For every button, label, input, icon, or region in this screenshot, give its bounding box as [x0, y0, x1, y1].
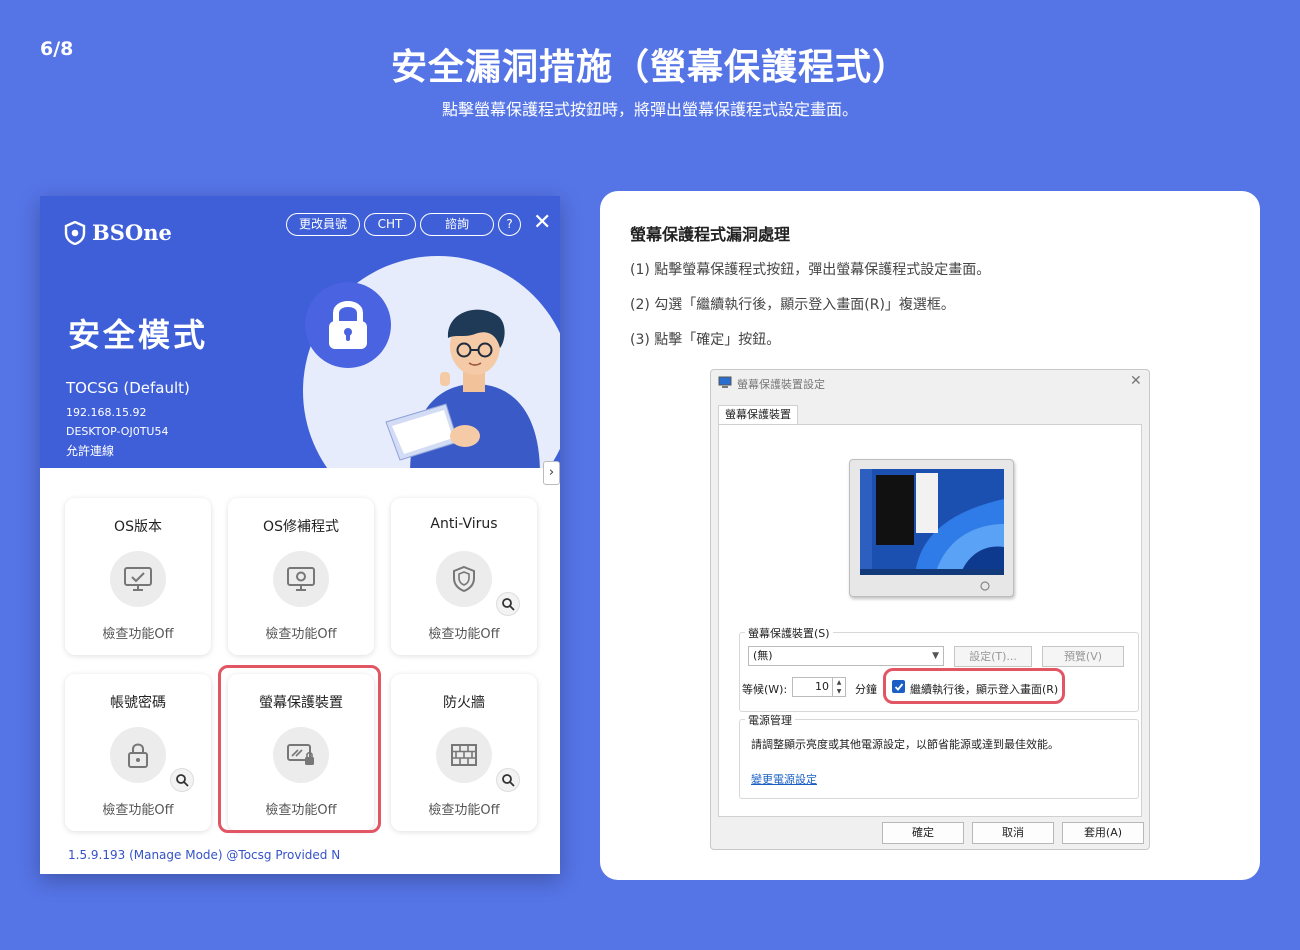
- bsone-header: BSOne 更改員號 CHT 諮詢 ? ✕ 安全模式 TOCSG (Defaul…: [40, 196, 560, 468]
- profile-name: TOCSG (Default): [66, 379, 190, 397]
- card-title: OS版本: [114, 519, 162, 535]
- screensaver-group-label: 螢幕保護裝置(S): [745, 625, 833, 641]
- card-status: 檢查功能Off: [428, 803, 500, 818]
- consult-button[interactable]: 諮詢: [420, 213, 494, 236]
- card-title: Anti-Virus: [430, 516, 498, 532]
- step-2: (2) 勾選「繼續執行後，顯示登入畫面(R)」複選框。: [630, 297, 955, 313]
- search-icon[interactable]: [496, 768, 520, 792]
- search-icon[interactable]: [496, 592, 520, 616]
- ip-address: 192.168.15.92: [66, 406, 147, 419]
- dialog-close-icon[interactable]: ✕: [1130, 373, 1142, 389]
- card-status: 檢查功能Off: [265, 627, 337, 642]
- tab-screensaver[interactable]: 螢幕保護裝置: [718, 405, 798, 425]
- screensaver-card-highlight: [218, 665, 381, 833]
- card-status: 檢查功能Off: [102, 803, 174, 818]
- power-icon: [980, 581, 990, 591]
- wait-value: 10: [815, 680, 829, 693]
- instruction-panel: 螢幕保護程式漏洞處理 (1) 點擊螢幕保護程式按鈕，彈出螢幕保護程式設定畫面。 …: [600, 191, 1260, 880]
- card-title: OS修補程式: [263, 519, 339, 535]
- help-button[interactable]: ?: [498, 213, 521, 236]
- windows-bloom-wallpaper: [860, 469, 1004, 575]
- card-os-patch[interactable]: OS修補程式 檢查功能Off: [228, 498, 374, 655]
- minutes-label: 分鐘: [855, 683, 877, 696]
- checkbox-highlight: [883, 668, 1065, 704]
- chevron-down-icon: ▼: [932, 651, 939, 661]
- panel-title: 螢幕保護程式漏洞處理: [630, 225, 791, 244]
- power-group: [739, 719, 1139, 799]
- expand-panel-button[interactable]: ›: [543, 461, 560, 485]
- preview-button[interactable]: 預覽(V): [1042, 646, 1124, 667]
- close-icon[interactable]: ✕: [533, 210, 551, 235]
- card-title: 防火牆: [443, 695, 485, 711]
- card-antivirus[interactable]: Anti-Virus 檢查功能Off: [391, 498, 537, 655]
- bsone-window: BSOne 更改員號 CHT 諮詢 ? ✕ 安全模式 TOCSG (Defaul…: [40, 196, 560, 874]
- step-1: (1) 點擊螢幕保護程式按鈕，彈出螢幕保護程式設定畫面。: [630, 262, 991, 278]
- card-status: 檢查功能Off: [428, 627, 500, 642]
- monitor-gear-icon: [273, 551, 329, 607]
- screensaver-settings-dialog: 螢幕保護裝置設定 ✕ 螢幕保護裝置 螢幕保護裝置(S) (無) ▼ 設定(T).…: [710, 369, 1150, 850]
- ok-button[interactable]: 確定: [882, 822, 964, 844]
- step-3: (3) 點擊「確定」按鈕。: [630, 332, 781, 348]
- dialog-title: 螢幕保護裝置設定: [737, 378, 825, 391]
- page-title: 安全漏洞措施（螢幕保護程式）: [390, 47, 909, 88]
- screensaver-select-value: (無): [753, 649, 773, 662]
- power-description: 請調整顯示亮度或其他電源設定，以節省能源或達到最佳效能。: [751, 738, 1059, 751]
- card-firewall[interactable]: 防火牆 檢查功能Off: [391, 674, 537, 831]
- screensaver-select[interactable]: (無) ▼: [748, 646, 944, 666]
- bsone-logo: BSOne: [64, 220, 172, 245]
- page-subtitle: 點擊螢幕保護程式按鈕時，將彈出螢幕保護程式設定畫面。: [441, 100, 858, 119]
- apply-button[interactable]: 套用(A): [1062, 822, 1144, 844]
- language-button[interactable]: CHT: [364, 213, 416, 236]
- person-illustration: [385, 309, 540, 468]
- stepper-arrows[interactable]: ▲ ▼: [832, 678, 845, 696]
- desktop-preview: [860, 469, 1004, 575]
- mode-title: 安全模式: [68, 316, 209, 354]
- wait-minutes-stepper[interactable]: 10 ▲ ▼: [792, 677, 846, 697]
- shield-icon: [436, 551, 492, 607]
- dialog-body: 螢幕保護裝置(S) (無) ▼ 設定(T)... 預覽(V) 等候(W): 10…: [718, 424, 1142, 817]
- search-icon[interactable]: [170, 768, 194, 792]
- version-footer: 1.5.9.193 (Manage Mode) @Tocsg Provided …: [68, 848, 341, 862]
- host-name: DESKTOP-OJ0TU54: [66, 425, 169, 438]
- change-employee-button[interactable]: 更改員號: [286, 213, 360, 236]
- lock-icon: [110, 727, 166, 783]
- connection-status: 允許連線: [66, 444, 115, 458]
- change-power-settings-link[interactable]: 變更電源設定: [751, 771, 817, 787]
- card-status: 檢查功能Off: [102, 627, 174, 642]
- power-group-label: 電源管理: [745, 712, 795, 728]
- monitor-check-icon: [110, 551, 166, 607]
- card-account-password[interactable]: 帳號密碼 檢查功能Off: [65, 674, 211, 831]
- cancel-button[interactable]: 取消: [972, 822, 1054, 844]
- settings-button[interactable]: 設定(T)...: [954, 646, 1032, 667]
- monitor-preview: [849, 459, 1014, 597]
- card-os-version[interactable]: OS版本 檢查功能Off: [65, 498, 211, 655]
- card-title: 帳號密碼: [110, 695, 166, 711]
- monitor-icon: [718, 376, 732, 388]
- firewall-icon: [436, 727, 492, 783]
- bsone-logo-text: BSOne: [92, 220, 172, 245]
- bsone-shield-icon: [64, 220, 86, 245]
- wait-label: 等候(W):: [742, 683, 788, 696]
- bsone-topbar: 更改員號 CHT 諮詢 ?: [286, 213, 521, 236]
